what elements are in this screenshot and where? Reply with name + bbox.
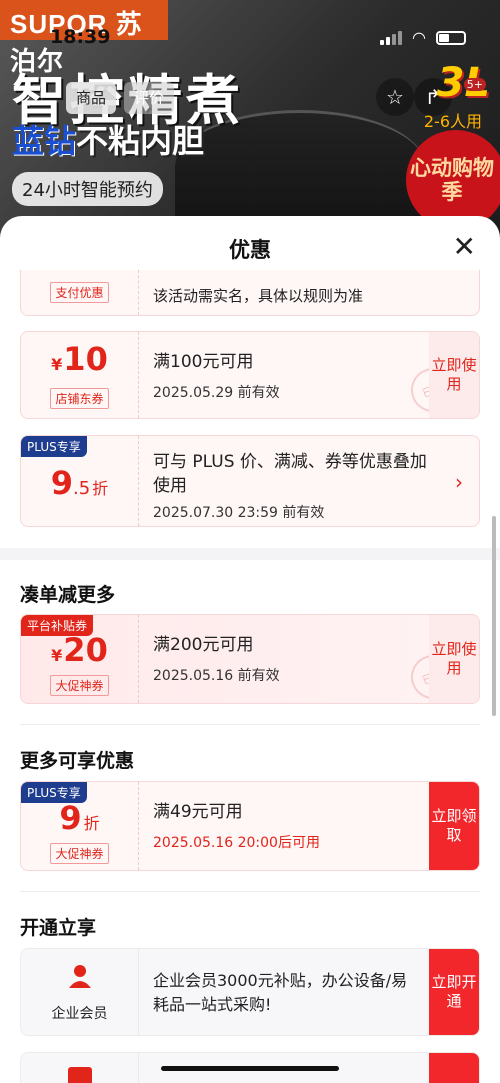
- close-icon[interactable]: ✕: [453, 232, 476, 262]
- coupon-date: 2025.05.29 前有效: [153, 385, 280, 401]
- persons-label: 2-6人用: [423, 112, 482, 131]
- discount-sheet: 优惠 ✕ 支付优惠 该活动需实名，具体以规则为准 ¥10 店铺东券 满100元可…: [0, 216, 500, 1083]
- status-icons: ◠: [380, 28, 466, 47]
- plus-discount: 9.5 折: [51, 466, 108, 506]
- chevron-right-icon[interactable]: ›: [455, 470, 463, 494]
- plus-title: 可与 PLUS 价、满减、券等优惠叠加使用: [153, 452, 427, 496]
- enterprise-label: 企业会员: [51, 1005, 108, 1022]
- banner-subhead: 蓝钻不粘内胆: [12, 116, 204, 162]
- enterprise-icon-wrap: 企业会员: [21, 949, 139, 1035]
- enterprise-member-card[interactable]: 企业会员 企业会员3000元补贴，办公设备/易耗品一站式采购! 立即开通: [20, 948, 480, 1036]
- payment-tag: 支付优惠: [50, 282, 109, 303]
- platform-value: ¥20 大促神券: [21, 615, 139, 703]
- promo-badge: 心动购物季: [406, 130, 500, 230]
- scrollbar[interactable]: [492, 516, 496, 716]
- claim-now-button[interactable]: 立即领取: [429, 782, 479, 870]
- plus-info: 可与 PLUS 价、满减、券等优惠叠加使用 2025.07.30 23:59 前…: [153, 450, 439, 522]
- tab-product[interactable]: 商品: [66, 82, 117, 114]
- next-action-button[interactable]: [429, 1053, 479, 1083]
- extra-value: 9折 大促神券: [21, 782, 139, 870]
- coupon-value: ¥10 店铺东券: [21, 332, 139, 418]
- payment-text-wrap: 该活动需实名，具体以规则为准: [153, 284, 419, 308]
- open-now-button[interactable]: 立即开通: [429, 949, 479, 1035]
- extra-title: 满49元可用: [153, 802, 243, 822]
- home-indicator: [161, 1066, 339, 1071]
- extra-date: 2025.05.16 20:00后可用: [153, 835, 320, 851]
- payment-tag-wrap: 支付优惠: [21, 270, 139, 315]
- amount-number: 10: [63, 339, 108, 378]
- next-icon-wrap: [21, 1053, 139, 1083]
- extra-info: 满49元可用 2025.05.16 20:00后可用: [153, 800, 419, 852]
- discount-number: 9: [59, 798, 82, 837]
- wifi-icon: ◠: [412, 28, 426, 47]
- plus-value: 9.5 折: [21, 436, 139, 526]
- product-banner: SUPOR 苏泊尔 18:39 ◠ 智控精煮 蓝钻不粘内胆 24小时智能预约 ‹…: [0, 0, 500, 240]
- extra-type-tag: 大促神券: [50, 842, 109, 864]
- sheet-title: 优惠: [229, 238, 271, 262]
- section-gap: [0, 548, 500, 560]
- divider: [20, 724, 480, 725]
- document-icon: [67, 1067, 92, 1083]
- currency-symbol: ¥: [51, 645, 63, 665]
- star-icon[interactable]: ☆: [376, 78, 414, 116]
- coupon-type-tag: 店铺东券: [50, 387, 109, 409]
- discount-number: 9: [50, 464, 74, 502]
- person-icon: [66, 962, 94, 997]
- subhead-white: 不粘内胆: [76, 122, 205, 160]
- coupon-card-plus[interactable]: PLUS专享 9.5 折 可与 PLUS 价、满减、券等优惠叠加使用 2025.0…: [20, 435, 480, 527]
- coupon-info: 满100元可用 2025.05.29 前有效: [153, 350, 419, 402]
- platform-type-tag: 大促神券: [50, 674, 109, 696]
- divider: [20, 891, 480, 892]
- enterprise-info: 企业会员3000元补贴，办公设备/易耗品一站式采购!: [153, 969, 419, 1017]
- currency-symbol: ¥: [51, 354, 63, 374]
- discount-unit: 折: [83, 813, 100, 833]
- section-title-open: 开通立享: [20, 917, 97, 939]
- extra-discount: 9折: [59, 801, 99, 841]
- platform-amount: ¥20: [51, 633, 108, 673]
- enterprise-title: 企业会员3000元补贴，办公设备/易耗品一站式采购!: [153, 971, 408, 1014]
- payment-text: 该活动需实名，具体以规则为准: [153, 287, 364, 305]
- use-now-button[interactable]: 立即使用: [429, 615, 479, 703]
- platform-date: 2025.05.16 前有效: [153, 668, 280, 684]
- discount-unit: 折: [92, 479, 109, 498]
- platform-info: 满200元可用 2025.05.16 前有效: [153, 633, 419, 685]
- capacity-badge: 5+: [463, 78, 486, 91]
- discount-decimal: .5: [73, 478, 91, 499]
- payment-discount-card[interactable]: 支付优惠 该活动需实名，具体以规则为准: [20, 270, 480, 316]
- signal-icon: [380, 30, 403, 45]
- amount-number: 20: [63, 630, 108, 669]
- coupon-card-plus-extra[interactable]: PLUS专享 9折 大促神券 满49元可用 2025.05.16 20:00后可…: [20, 781, 480, 871]
- coupon-card-platform[interactable]: 平台补贴券 ¥20 大促神券 满200元可用 2025.05.16 前有效 已领…: [20, 614, 480, 704]
- schedule-pill: 24小时智能预约: [12, 172, 163, 206]
- coupon-amount: ¥10: [51, 342, 108, 382]
- subhead-blue: 蓝钻: [12, 122, 77, 160]
- coupon-card-shop[interactable]: ¥10 店铺东券 满100元可用 2025.05.29 前有效 已领 立即使用: [20, 331, 480, 419]
- battery-icon: [436, 30, 466, 45]
- status-time: 18:39: [50, 26, 111, 48]
- use-now-button[interactable]: 立即使用: [429, 332, 479, 418]
- coupon-title: 满100元可用: [153, 352, 254, 372]
- back-icon[interactable]: ‹: [22, 86, 32, 114]
- section-title-more: 凑单减更多: [20, 584, 116, 606]
- section-title-extra: 更多可享优惠: [20, 750, 135, 772]
- plus-date: 2025.07.30 23:59 前有效: [153, 505, 325, 521]
- platform-title: 满200元可用: [153, 635, 254, 655]
- tab-review[interactable]: 评价: [124, 82, 175, 114]
